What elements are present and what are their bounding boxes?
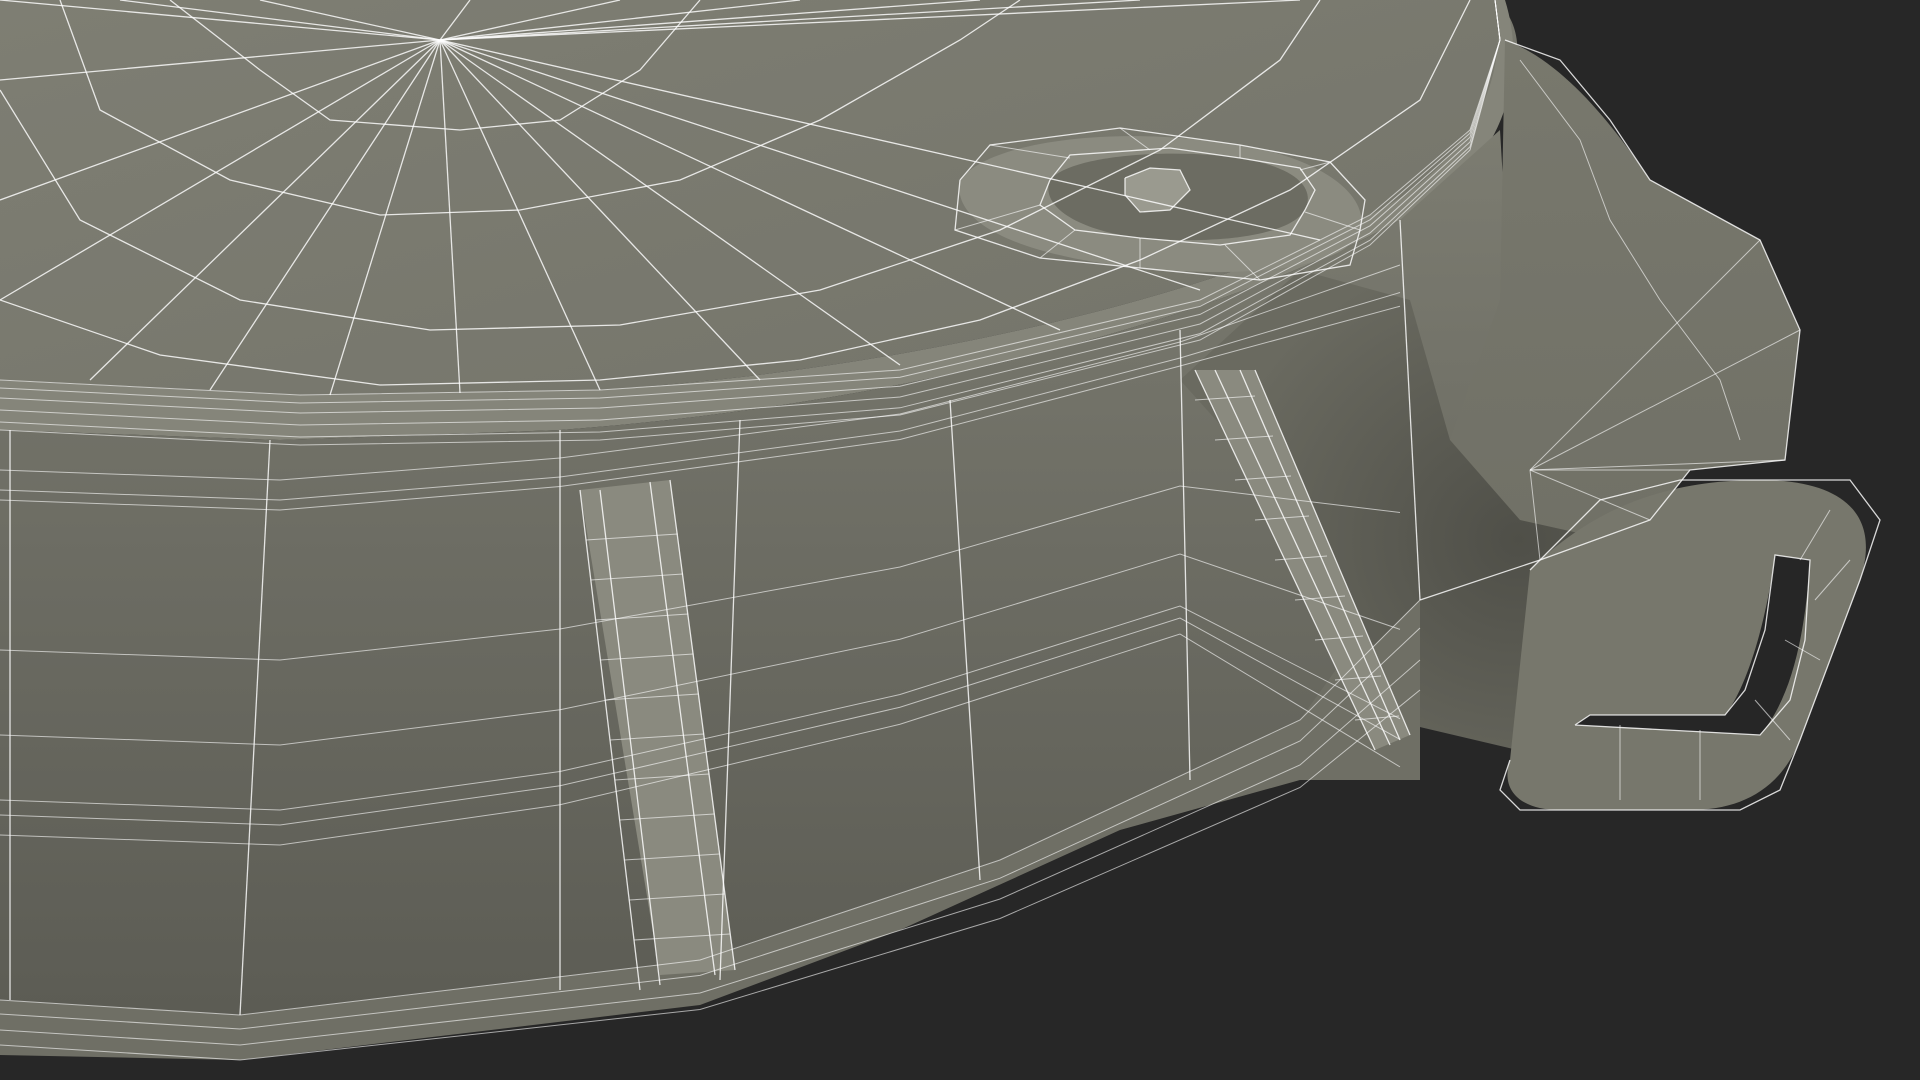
render-viewport — [0, 0, 1920, 1080]
wireframe-render — [0, 0, 1881, 1061]
